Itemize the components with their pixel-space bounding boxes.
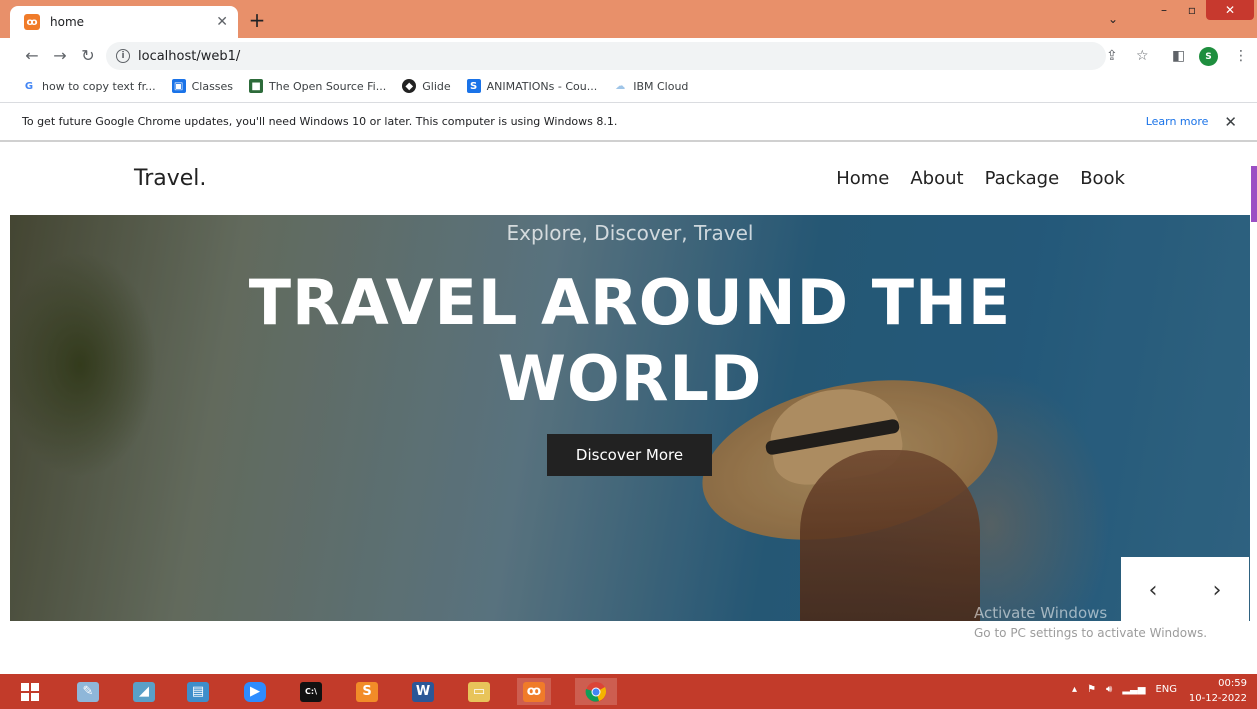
tray-expand-icon[interactable]: ▴ bbox=[1072, 684, 1077, 695]
bookmark-item[interactable]: Ghow to copy text fr... bbox=[22, 79, 156, 93]
bookmark-item[interactable]: ■ The Open Source Fi... bbox=[249, 79, 386, 93]
menu-kebab-icon[interactable]: ⋮ bbox=[1234, 48, 1248, 64]
signal-icon[interactable]: ▂▃▅ bbox=[1122, 684, 1145, 695]
scrollbar-accent bbox=[1251, 166, 1257, 222]
side-panel-icon[interactable]: ◧ bbox=[1172, 48, 1185, 64]
address-text: localhost/web1/ bbox=[138, 48, 241, 64]
classroom-icon: ▣ bbox=[171, 79, 186, 93]
xampp-icon[interactable]: ꝏ bbox=[517, 678, 551, 705]
forward-icon[interactable]: → bbox=[50, 46, 70, 66]
site-info-icon[interactable]: i bbox=[116, 49, 130, 63]
hero-title: TRAVEL AROUND THE WORLD bbox=[10, 265, 1250, 417]
bookmark-label: The Open Source Fi... bbox=[269, 79, 387, 93]
file-explorer-icon[interactable]: ▭ bbox=[465, 678, 493, 705]
bookmark-label: ANIMATIONs - Cou... bbox=[486, 79, 598, 93]
clock-date: 10-12-2022 bbox=[1188, 693, 1247, 704]
slider-controls: ‹ › bbox=[1121, 557, 1249, 623]
flag-icon[interactable]: ⚑ bbox=[1087, 684, 1096, 695]
taskbar-clock[interactable]: 00:59 10-12-2022 bbox=[1181, 676, 1247, 706]
volume-icon[interactable]: 🔊︎ bbox=[1106, 684, 1112, 695]
cmd-icon[interactable]: C:\ bbox=[297, 678, 325, 705]
close-window-button[interactable]: ✕ bbox=[1206, 0, 1254, 20]
tab-search-icon[interactable]: ⌄ bbox=[1108, 12, 1118, 26]
tab-close-icon[interactable]: ✕ bbox=[216, 14, 228, 30]
word-icon[interactable]: W bbox=[409, 678, 437, 705]
site-icon: ■ bbox=[249, 79, 264, 93]
google-icon: G bbox=[24, 80, 34, 92]
bookmark-item[interactable]: ▣ Classes bbox=[171, 79, 234, 93]
nav-home[interactable]: Home bbox=[836, 168, 889, 189]
activate-windows-hint: Go to PC settings to activate Windows. bbox=[974, 626, 1208, 640]
browser-titlebar: ꝏ home ✕ + ⌄ – ▫ ✕ bbox=[0, 0, 1257, 38]
site-logo[interactable]: Travel. bbox=[134, 166, 206, 191]
language-indicator[interactable]: ENG bbox=[1155, 684, 1177, 695]
browser-toolbar: ← → ↻ i localhost/web1/ ⇪ ☆ ◧ S ⋮ bbox=[0, 38, 1257, 74]
clock-time: 00:59 bbox=[1218, 678, 1247, 689]
bookmark-label: Glide bbox=[422, 79, 451, 93]
bookmark-star-icon[interactable]: ☆ bbox=[1136, 48, 1149, 64]
back-icon[interactable]: ← bbox=[22, 46, 42, 66]
app-icon[interactable]: ◢ bbox=[130, 678, 158, 705]
profile-avatar[interactable]: S bbox=[1199, 47, 1218, 66]
hero-subtitle: Explore, Discover, Travel bbox=[506, 221, 754, 245]
site-nav: Home About Package Book bbox=[815, 168, 1125, 189]
bookmark-item[interactable]: ◆ Glide bbox=[402, 79, 451, 93]
slider-prev-button[interactable]: ‹ bbox=[1138, 578, 1168, 603]
zoom-icon[interactable]: ▶ bbox=[241, 678, 269, 705]
bookmark-item[interactable]: ☁ IBM Cloud bbox=[613, 79, 688, 93]
cloud-icon: ☁ bbox=[615, 80, 626, 92]
slider-next-button[interactable]: › bbox=[1202, 578, 1232, 603]
chrome-icon[interactable] bbox=[575, 678, 617, 705]
hero-title-line2: WORLD bbox=[497, 342, 763, 415]
paint-icon[interactable]: ✎ bbox=[74, 678, 102, 705]
discover-more-button[interactable]: Discover More bbox=[547, 434, 712, 476]
s-icon: S bbox=[466, 79, 481, 93]
start-icon[interactable] bbox=[16, 678, 44, 705]
bookmark-label: Classes bbox=[191, 79, 234, 93]
windows-taskbar: ✎ ◢ ▤ ▶ C:\ S W ▭ ꝏ ▴ ⚑ 🔊︎ ▂▃▅ ENG 00:59… bbox=[0, 674, 1257, 709]
close-icon[interactable]: ✕ bbox=[1224, 113, 1237, 131]
nav-about[interactable]: About bbox=[910, 168, 963, 189]
share-icon[interactable]: ⇪ bbox=[1106, 48, 1118, 64]
bookmark-item[interactable]: S ANIMATIONs - Cou... bbox=[466, 79, 598, 93]
sublime-icon[interactable]: S bbox=[353, 678, 381, 705]
bookmark-label: how to copy text fr... bbox=[42, 79, 156, 93]
nav-package[interactable]: Package bbox=[985, 168, 1060, 189]
bookmarks-bar: Ghow to copy text fr... ▣ Classes ■ The Open… bbox=[0, 74, 1257, 98]
explorer-window-icon[interactable]: ▤ bbox=[184, 678, 212, 705]
browser-tab[interactable]: ꝏ home ✕ bbox=[10, 6, 238, 38]
new-tab-button[interactable]: + bbox=[246, 10, 268, 32]
nav-book[interactable]: Book bbox=[1080, 168, 1125, 189]
maximize-button[interactable]: ▫ bbox=[1178, 0, 1206, 20]
bookmark-label: IBM Cloud bbox=[633, 79, 689, 93]
learn-more-link[interactable]: Learn more bbox=[1146, 115, 1209, 128]
infobar-message: To get future Google Chrome updates, you… bbox=[22, 115, 618, 128]
hero-banner: Explore, Discover, Travel TRAVEL AROUND … bbox=[10, 215, 1250, 621]
hero-title-line1: TRAVEL AROUND THE bbox=[248, 266, 1012, 339]
update-infobar: To get future Google Chrome updates, you… bbox=[0, 102, 1257, 142]
reload-icon[interactable]: ↻ bbox=[78, 46, 98, 66]
activate-windows-watermark: Activate Windows bbox=[974, 604, 1108, 622]
xampp-icon: ꝏ bbox=[24, 14, 40, 30]
address-bar[interactable]: i localhost/web1/ bbox=[106, 42, 1106, 70]
tab-title: home bbox=[50, 15, 85, 29]
web-page: Travel. Home About Package Book Explore,… bbox=[0, 144, 1257, 671]
glide-icon: ◆ bbox=[402, 79, 417, 93]
minimize-button[interactable]: – bbox=[1150, 0, 1178, 20]
system-tray: ▴ ⚑ 🔊︎ ▂▃▅ ENG bbox=[1062, 684, 1177, 695]
